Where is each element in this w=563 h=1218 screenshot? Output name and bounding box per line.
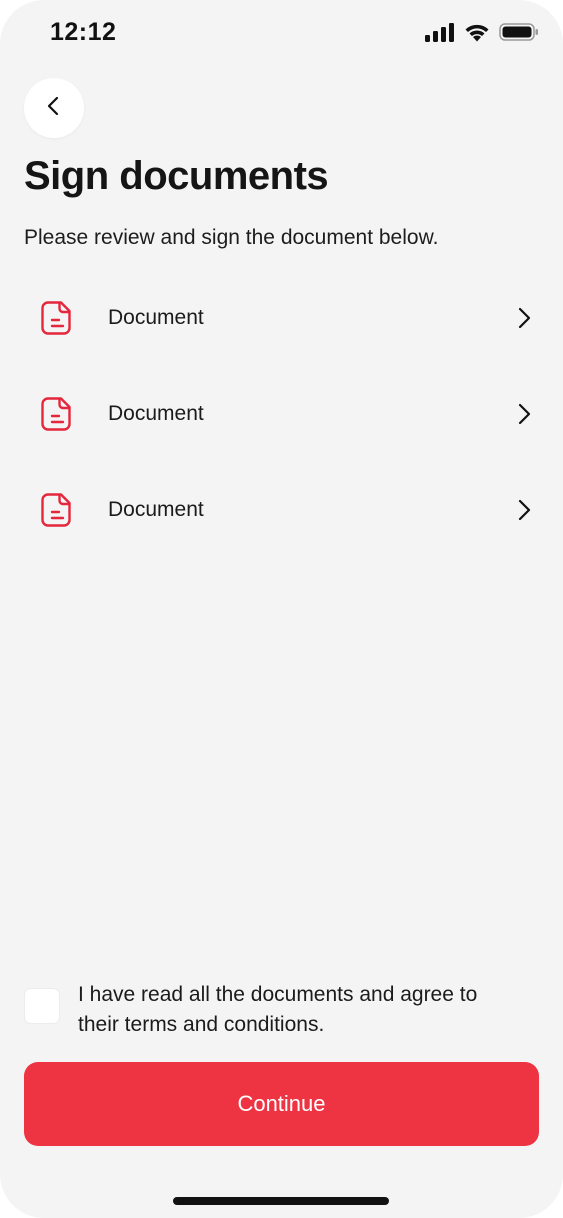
agree-checkbox[interactable] — [24, 988, 60, 1024]
document-label: Document — [108, 402, 204, 425]
page-subtitle: Please review and sign the document belo… — [24, 226, 439, 249]
chevron-left-icon — [43, 95, 65, 122]
status-icons — [425, 22, 539, 42]
page-title: Sign documents — [24, 154, 329, 198]
continue-button[interactable]: Continue — [24, 1062, 539, 1146]
battery-icon — [499, 22, 539, 42]
agreement-text: I have read all the documents and agree … — [78, 983, 478, 1036]
agreement: I have read all the documents and agree … — [24, 980, 539, 1040]
cellular-signal-icon — [425, 22, 455, 42]
phone-screen: 12:12 Sign documents Please review and s… — [0, 0, 563, 1218]
document-icon — [24, 382, 88, 446]
document-icon — [24, 478, 88, 542]
status-time: 12:12 — [50, 18, 117, 46]
document-label: Document — [108, 306, 204, 329]
chevron-right-icon — [517, 498, 533, 522]
chevron-right-icon — [517, 402, 533, 426]
document-row[interactable]: Document — [24, 286, 539, 350]
chevron-right-icon — [517, 306, 533, 330]
document-row[interactable]: Document — [24, 382, 539, 446]
document-label: Document — [108, 498, 204, 521]
document-row[interactable]: Document — [24, 478, 539, 542]
back-button[interactable] — [24, 78, 84, 138]
document-icon — [24, 286, 88, 350]
document-list: Document Document Document — [24, 286, 539, 574]
wifi-icon — [463, 22, 491, 42]
home-indicator — [173, 1197, 389, 1205]
